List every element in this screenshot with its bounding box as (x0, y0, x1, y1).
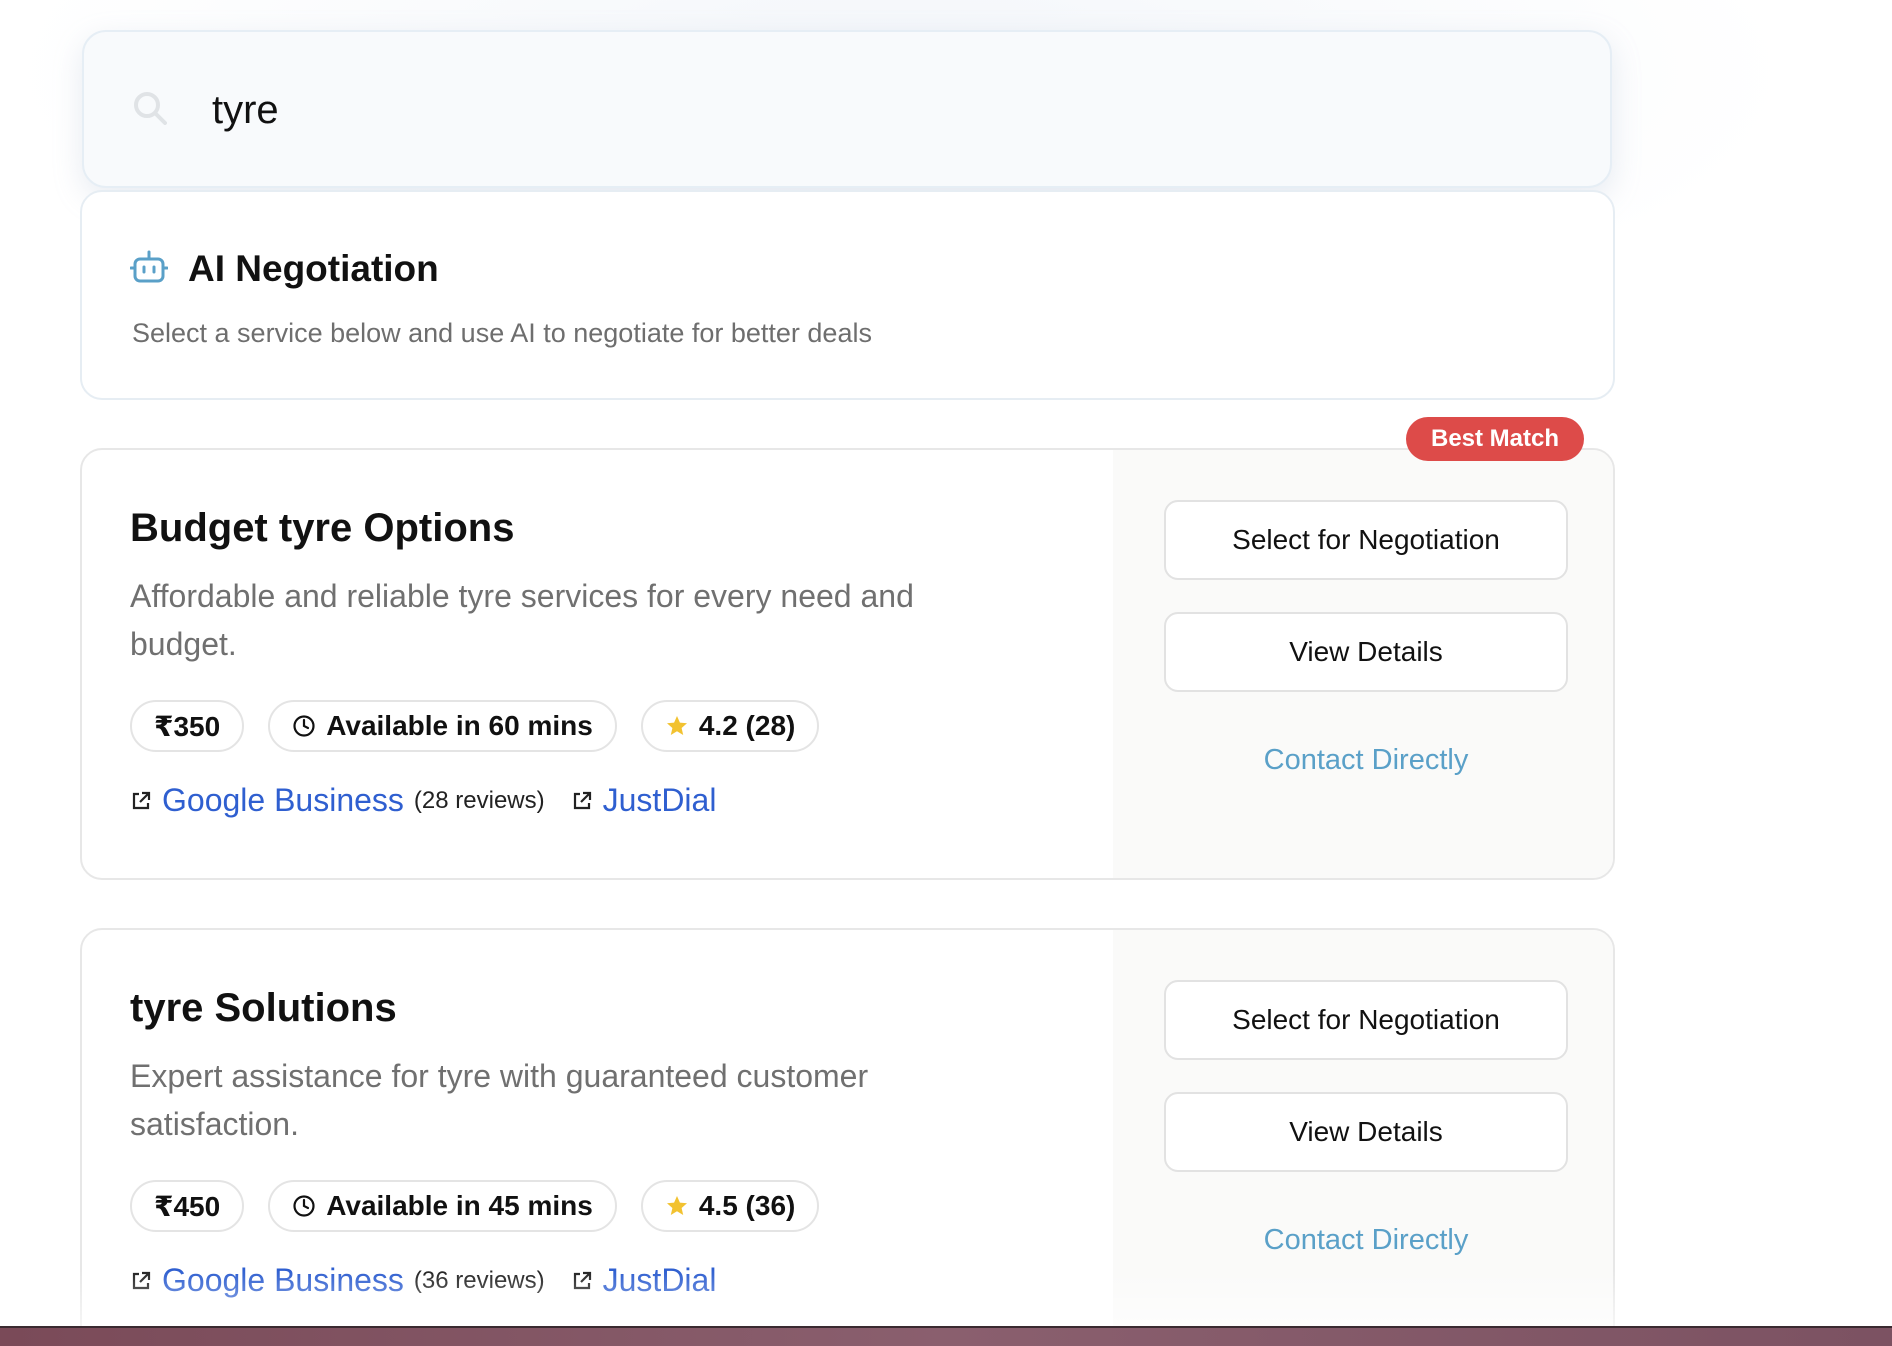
page: AI Negotiation Select a service below an… (0, 0, 1892, 1346)
ai-subtitle: Select a service below and use AI to neg… (132, 318, 872, 348)
rating-chip: 4.2 (28) (640, 700, 820, 752)
search-bar (82, 30, 1612, 188)
clock-icon (292, 714, 316, 738)
star-icon (665, 1194, 689, 1218)
clock-icon (292, 1194, 316, 1218)
service-card: Budget tyre Options Affordable and relia… (80, 448, 1615, 880)
search-input[interactable] (212, 72, 1512, 148)
contact-directly-link[interactable]: Contact Directly (1164, 1212, 1568, 1268)
search-icon (128, 86, 172, 130)
justdial-link[interactable]: JustDial (603, 1262, 717, 1299)
rating-chip: 4.5 (36) (640, 1180, 820, 1232)
price-chip: ₹450 (130, 1180, 245, 1232)
google-business-link[interactable]: Google Business (162, 1262, 404, 1299)
ai-title-row: AI Negotiation (130, 248, 439, 290)
availability-chip: Available in 60 mins (268, 700, 617, 752)
google-business-link[interactable]: Google Business (162, 782, 404, 819)
google-reviews-count: (36 reviews) (413, 1266, 545, 1294)
service-description: Affordable and reliable tyre services fo… (130, 578, 914, 662)
external-link-icon (130, 790, 152, 812)
rating-text: 4.5 (36) (698, 1190, 796, 1221)
availability-chip: Available in 45 mins (268, 1180, 617, 1232)
select-for-negotiation-button[interactable]: Select for Negotiation (1164, 980, 1568, 1060)
service-links: Google Business (28 reviews) JustDial (130, 782, 716, 819)
justdial-link[interactable]: JustDial (603, 782, 717, 819)
contact-directly-link[interactable]: Contact Directly (1164, 732, 1568, 788)
external-link-icon (571, 790, 593, 812)
star-icon (665, 714, 689, 738)
view-details-button[interactable]: View Details (1164, 1092, 1568, 1172)
availability-text: Available in 60 mins (326, 710, 593, 741)
external-link-icon (571, 1270, 593, 1292)
service-chips: ₹450 Available in 45 mins 4.5 (36) (130, 1180, 843, 1232)
view-details-button[interactable]: View Details (1164, 612, 1568, 692)
google-reviews-count: (28 reviews) (413, 786, 545, 814)
external-link-icon (130, 1270, 152, 1292)
availability-text: Available in 45 mins (326, 1190, 593, 1221)
select-for-negotiation-button[interactable]: Select for Negotiation (1164, 500, 1568, 580)
taskbar (0, 1326, 1892, 1346)
service-title: tyre Solutions (130, 986, 397, 1030)
price-value: ₹350 (154, 710, 221, 742)
service-description: Expert assistance for tyre with guarante… (130, 1058, 869, 1142)
service-chips: ₹350 Available in 60 mins 4.2 (28) (130, 700, 843, 752)
robot-icon (130, 249, 170, 289)
ai-negotiation-panel: AI Negotiation Select a service below an… (80, 190, 1615, 400)
service-links: Google Business (36 reviews) JustDial (130, 1262, 716, 1299)
ai-title: AI Negotiation (188, 248, 439, 289)
rating-text: 4.2 (28) (698, 710, 796, 741)
service-title: Budget tyre Options (130, 506, 515, 550)
price-value: ₹450 (154, 1190, 221, 1222)
best-match-badge: Best Match (1406, 417, 1584, 461)
price-chip: ₹350 (130, 700, 245, 752)
service-card: tyre Solutions Expert assistance for tyr… (80, 928, 1615, 1346)
